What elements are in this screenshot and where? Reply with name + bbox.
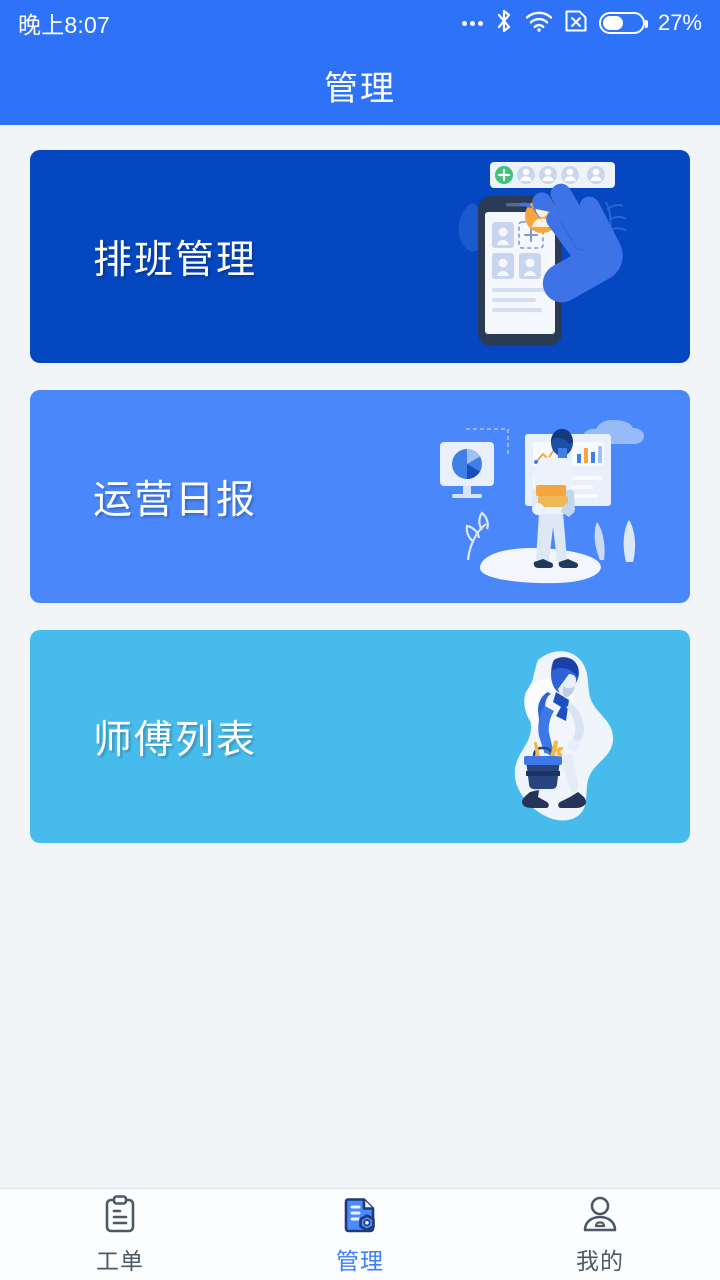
- status-time: 晚上8:07: [18, 12, 110, 38]
- document-gear-icon: [339, 1193, 381, 1235]
- app-header: 管理: [0, 46, 720, 125]
- more-dots-icon: [461, 20, 483, 26]
- technician-list-illustration: [430, 630, 680, 843]
- tab-profile[interactable]: 我的: [480, 1189, 720, 1280]
- bluetooth-icon: [494, 8, 514, 39]
- page-title: 管理: [324, 70, 396, 108]
- card-title: 运营日报: [93, 478, 258, 522]
- person-icon: [579, 1193, 621, 1235]
- bottom-tab-bar: 工单 管理 我的: [0, 1188, 720, 1280]
- wifi-icon: [525, 10, 553, 37]
- clipboard-icon: [99, 1193, 141, 1235]
- card-title: 排班管理: [93, 238, 258, 282]
- tab-management[interactable]: 管理: [240, 1189, 480, 1280]
- status-bar: 晚上8:07 27%: [0, 0, 720, 46]
- app-screen: 晚上8:07 27% 管理 排班管理 运营日报 师傅列表 工单 管理 我的: [0, 0, 720, 1280]
- battery-percent-label: 27%: [657, 10, 702, 35]
- sim-no-signal-icon: [564, 9, 588, 38]
- tab-label: 管理: [336, 1248, 384, 1274]
- tab-work-order[interactable]: 工单: [0, 1189, 240, 1280]
- battery-icon: [598, 12, 648, 34]
- tab-label: 我的: [576, 1248, 624, 1274]
- status-icon-group: 27%: [461, 8, 702, 39]
- card-shift-management[interactable]: 排班管理: [30, 150, 690, 363]
- menu-card-list: 排班管理 运营日报 师傅列表: [30, 150, 690, 870]
- daily-report-illustration: [430, 390, 680, 603]
- card-title: 师傅列表: [93, 718, 258, 762]
- card-technician-list[interactable]: 师傅列表: [30, 630, 690, 843]
- card-daily-report[interactable]: 运营日报: [30, 390, 690, 603]
- tab-label: 工单: [96, 1248, 144, 1274]
- shift-management-illustration: [430, 150, 680, 363]
